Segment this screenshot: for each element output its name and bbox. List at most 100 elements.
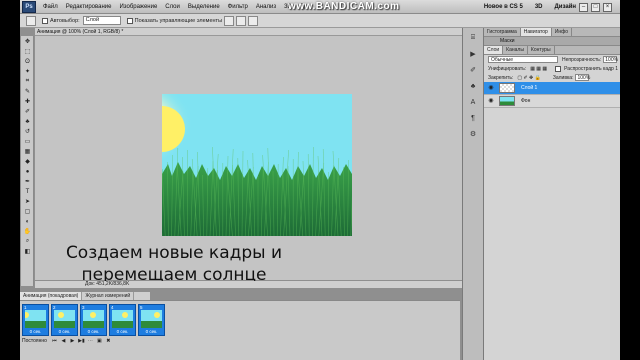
tool-presets-icon[interactable]: ⚙ xyxy=(467,128,479,140)
lock-row: Закрепить: ▢ ✐ ✥ 🔒 Заливка: 100% xyxy=(484,73,620,82)
move-tool-icon[interactable]: ✥ xyxy=(22,37,33,46)
history-brush-tool-icon[interactable]: ↺ xyxy=(22,127,33,136)
tab-info[interactable]: Инфо xyxy=(552,28,573,36)
workspace-design[interactable]: Дизайн xyxy=(554,4,576,10)
autoselect-dropdown[interactable]: Слой xyxy=(82,16,121,25)
tab-layers[interactable]: Слои xyxy=(484,46,504,54)
type-tool-icon[interactable]: T xyxy=(22,187,33,196)
tab-channels[interactable]: Каналы xyxy=(503,46,528,54)
menu-file[interactable]: Файл xyxy=(39,0,62,14)
clone-source-icon[interactable]: ♣ xyxy=(467,80,479,92)
lasso-tool-icon[interactable]: ʘ xyxy=(22,57,33,66)
animation-frame[interactable]: 40 сек. xyxy=(109,304,136,336)
masks-panel-header[interactable]: Маски xyxy=(484,37,620,46)
healing-tool-icon[interactable]: ✚ xyxy=(22,97,33,106)
next-frame-icon[interactable]: ▶▮ xyxy=(78,338,85,345)
right-black-bar xyxy=(620,0,640,360)
align-middle-icon[interactable] xyxy=(236,15,247,26)
bandicam-watermark: www.BANDICAM.com xyxy=(288,1,400,12)
move-tool-preset-icon[interactable] xyxy=(26,15,36,26)
workspace-switcher: Новое в CS 5 3D Дизайн – □ × xyxy=(472,0,612,14)
blend-mode-select[interactable]: Обычные xyxy=(488,56,558,63)
prev-frame-icon[interactable]: ◀ xyxy=(60,338,67,345)
frame-thumbnail xyxy=(112,310,133,328)
maximize-button[interactable]: □ xyxy=(591,2,600,12)
first-frame-icon[interactable]: ⏮ xyxy=(51,338,58,345)
tab-navigator[interactable]: Навигатор xyxy=(520,28,552,36)
layer-row[interactable]: ◉ Фон xyxy=(484,95,620,108)
frame-thumbnail xyxy=(25,310,46,328)
unify-icons[interactable]: ▦ ▦ ▦ xyxy=(530,66,547,72)
close-button[interactable]: × xyxy=(603,2,612,12)
frame-delay[interactable]: 0 сек. xyxy=(52,329,77,334)
brushes-icon[interactable]: ✐ xyxy=(467,64,479,76)
eyedropper-tool-icon[interactable]: ✎ xyxy=(22,87,33,96)
frame-thumbnail xyxy=(54,310,75,328)
tab-animation[interactable]: Анимация (покадровая) xyxy=(20,292,83,300)
artwork-canvas[interactable] xyxy=(162,94,352,236)
animation-frame[interactable]: 10 сек. xyxy=(22,304,49,336)
animation-frame[interactable]: 20 сек. xyxy=(51,304,78,336)
character-icon[interactable]: A xyxy=(467,96,479,108)
align-top-icon[interactable] xyxy=(224,15,235,26)
autoselect-checkbox[interactable] xyxy=(42,17,48,24)
3d-rotate-tool-icon[interactable]: ◐ xyxy=(22,217,33,226)
visibility-eye-icon[interactable]: ◉ xyxy=(487,97,495,105)
marquee-tool-icon[interactable]: ⬚ xyxy=(22,47,33,56)
propagate-checkbox[interactable] xyxy=(555,65,562,72)
layer-row[interactable]: ◉ Слой 1 xyxy=(484,82,620,95)
history-icon[interactable]: ⌸ xyxy=(467,32,479,44)
delete-frame-icon[interactable]: ✖ xyxy=(105,338,112,345)
panel-dock-strip: ⌸ ▶ ✐ ♣ A ¶ ⚙ xyxy=(462,28,484,360)
menu-analysis[interactable]: Анализ xyxy=(252,0,280,14)
stamp-tool-icon[interactable]: ♣ xyxy=(22,117,33,126)
workspace-3d[interactable]: 3D xyxy=(535,4,543,10)
blur-tool-icon[interactable]: ◆ xyxy=(22,157,33,166)
document-tab[interactable]: Анимация @ 100% (Слой 1, RGB/8) * xyxy=(35,28,475,36)
eraser-tool-icon[interactable]: ▭ xyxy=(22,137,33,146)
menu-image[interactable]: Изображение xyxy=(115,0,161,14)
frame-delay[interactable]: 0 сек. xyxy=(81,329,106,334)
gradient-tool-icon[interactable]: ▦ xyxy=(22,147,33,156)
menu-filter[interactable]: Фильтр xyxy=(224,0,252,14)
screen: Ps Файл Редактирование Изображение Слои … xyxy=(0,0,640,360)
workspace-new-cs5[interactable]: Новое в CS 5 xyxy=(484,4,523,10)
frame-delay[interactable]: 0 сек. xyxy=(139,329,164,334)
loop-select[interactable]: Постоянно xyxy=(22,338,47,344)
opacity-input[interactable]: 100% xyxy=(603,56,618,63)
actions-icon[interactable]: ▶ xyxy=(467,48,479,60)
animation-frame[interactable]: 50 сек. xyxy=(138,304,165,336)
frame-delay[interactable]: 0 сек. xyxy=(23,329,48,334)
lock-icons[interactable]: ▢ ✐ ✥ 🔒 xyxy=(517,75,541,81)
crop-tool-icon[interactable]: ⌗ xyxy=(22,77,33,86)
paragraph-icon[interactable]: ¶ xyxy=(467,112,479,124)
path-select-tool-icon[interactable]: ➤ xyxy=(22,197,33,206)
brush-tool-icon[interactable]: ✐ xyxy=(22,107,33,116)
frame-delay[interactable]: 0 сек. xyxy=(110,329,135,334)
shape-tool-icon[interactable]: ▢ xyxy=(22,207,33,216)
menu-layers[interactable]: Слои xyxy=(161,0,184,14)
navigator-tabs: Гистограмма Навигатор Инфо xyxy=(484,28,620,37)
colors-icon[interactable]: ◧ xyxy=(22,247,33,256)
frame-thumbnail xyxy=(141,310,162,328)
menu-select[interactable]: Выделение xyxy=(184,0,224,14)
play-icon[interactable]: ▶ xyxy=(69,338,76,345)
dodge-tool-icon[interactable]: ● xyxy=(22,167,33,176)
duplicate-frame-icon[interactable]: ▣ xyxy=(96,338,103,345)
fill-input[interactable]: 100% xyxy=(575,74,590,81)
pen-tool-icon[interactable]: ✒ xyxy=(22,177,33,186)
show-controls-checkbox[interactable] xyxy=(126,17,133,24)
tab-paths[interactable]: Контуры xyxy=(528,46,555,54)
menu-edit[interactable]: Редактирование xyxy=(62,0,116,14)
zoom-tool-icon[interactable]: ⌕ xyxy=(22,237,33,246)
visibility-eye-icon[interactable]: ◉ xyxy=(487,84,495,92)
magic-wand-tool-icon[interactable]: ✦ xyxy=(22,67,33,76)
animation-frame[interactable]: 30 сек. xyxy=(80,304,107,336)
tab-measurement-log[interactable]: Журнал измерений xyxy=(82,292,135,300)
align-bottom-icon[interactable] xyxy=(248,15,259,26)
minimize-button[interactable]: – xyxy=(579,2,588,12)
tween-icon[interactable]: ⋯ xyxy=(87,338,94,345)
hand-tool-icon[interactable]: ✋ xyxy=(22,227,33,236)
tab-histogram[interactable]: Гистограмма xyxy=(484,28,521,36)
animation-controls: Постоянно ⏮ ◀ ▶ ▶▮ ⋯ ▣ ✖ xyxy=(22,337,114,345)
